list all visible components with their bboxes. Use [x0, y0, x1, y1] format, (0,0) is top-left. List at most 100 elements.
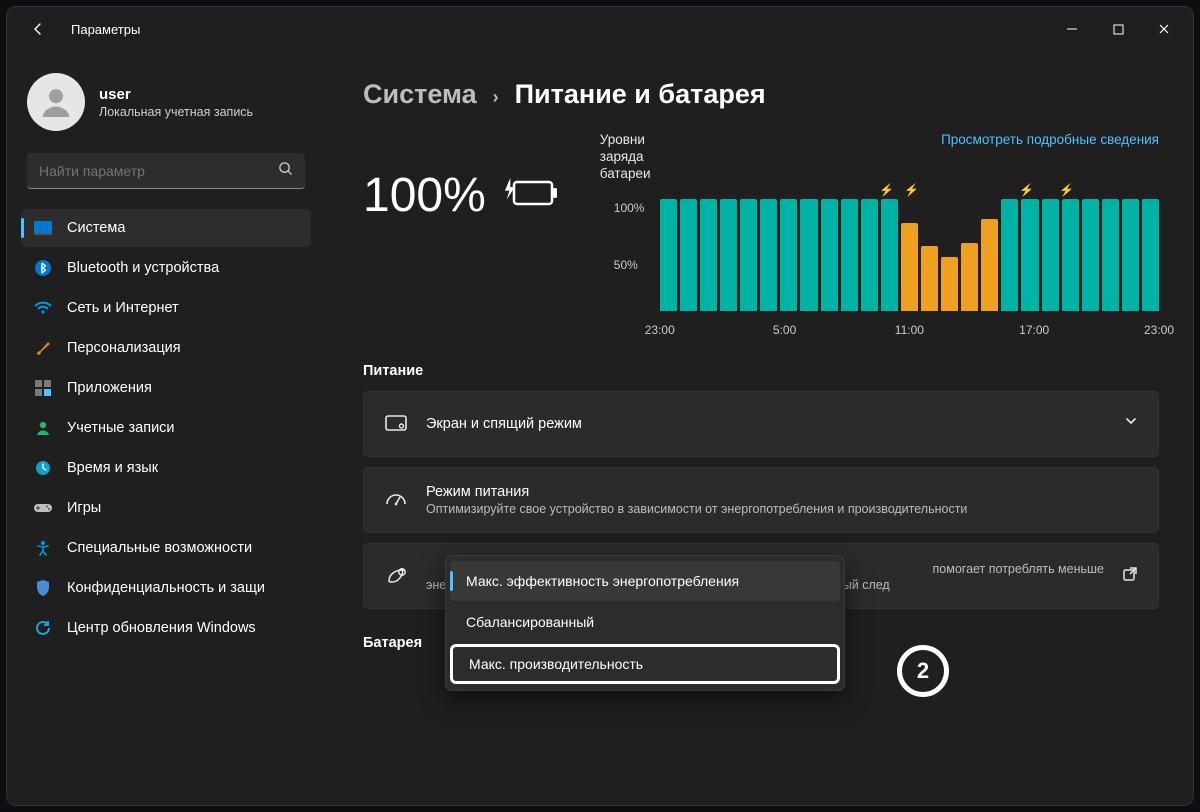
card-title: Режим питания [426, 484, 967, 500]
minimize-button[interactable] [1049, 13, 1095, 45]
gamepad-icon [33, 498, 53, 518]
chart-bar [1042, 199, 1059, 311]
chart-title: Уровни заряда батареи [600, 132, 676, 183]
sidebar-item-personalization[interactable]: Персонализация [21, 329, 311, 367]
sidebar-item-label: Приложения [67, 380, 152, 396]
x-tick: 11:00 [895, 323, 924, 337]
close-button[interactable] [1141, 13, 1187, 45]
accessibility-icon [33, 538, 53, 558]
sidebar-item-apps[interactable]: Приложения [21, 369, 311, 407]
sidebar-item-update[interactable]: Центр обновления Windows [21, 609, 311, 647]
chart-bar [760, 199, 777, 311]
chart-bar [660, 199, 677, 311]
y-label-100: 100% [614, 201, 645, 215]
person-icon [33, 418, 53, 438]
battery-status: 100% [363, 132, 560, 223]
profile-block[interactable]: user Локальная учетная запись [21, 65, 311, 149]
chart-bar [740, 199, 757, 311]
bolt-icon: ⚡ [904, 183, 919, 197]
battery-charging-icon [504, 176, 560, 215]
bolt-icon: ⚡ [1059, 183, 1074, 197]
card-title: Экран и спящий режим [426, 416, 582, 432]
sidebar-item-accessibility[interactable]: Специальные возможности [21, 529, 311, 567]
x-tick: 23:00 [645, 323, 675, 337]
dropdown-option[interactable]: Сбалансированный [450, 602, 840, 642]
battery-chart[interactable]: 100% 50% ⚡ ⚡ ⚡ ⚡ 23:00 5:00 11:00 [660, 187, 1159, 337]
chart-bar [1102, 199, 1119, 311]
sidebar-item-label: Персонализация [67, 340, 181, 356]
bolt-icon: ⚡ [1019, 183, 1034, 197]
sidebar-item-bluetooth[interactable]: Bluetooth и устройства [21, 249, 311, 287]
chart-bar [800, 199, 817, 311]
chart-bar [881, 199, 898, 311]
x-tick: 23:00 [1144, 323, 1174, 337]
clock-icon [33, 458, 53, 478]
avatar [27, 73, 85, 131]
breadcrumb: Система › Питание и батарея [363, 79, 1159, 110]
settings-window: Параметры user Локальная учетная запись [6, 6, 1194, 806]
sidebar-item-label: Система [67, 220, 125, 236]
chart-bar [961, 243, 978, 310]
apps-icon [33, 378, 53, 398]
power-mode-dropdown[interactable]: Макс. эффективность энергопотребления Сб… [445, 555, 845, 691]
card-subtitle: помогает потреблять меньше [846, 562, 1104, 576]
sidebar-item-label: Игры [67, 500, 101, 516]
nav-list: Система Bluetooth и устройства Сеть и Ин… [21, 209, 311, 647]
chevron-down-icon [1124, 414, 1138, 433]
leaf-icon [384, 567, 408, 585]
open-link-icon[interactable] [1122, 566, 1138, 586]
chart-bar [821, 199, 838, 311]
charging-markers: ⚡ ⚡ ⚡ ⚡ [660, 183, 1159, 197]
card-subtitle: Оптимизируйте свое устройство в зависимо… [426, 502, 967, 516]
maximize-button[interactable] [1095, 13, 1141, 45]
update-icon [33, 618, 53, 638]
annotation-label: 2 [917, 658, 929, 684]
window-title: Параметры [71, 22, 140, 37]
sidebar-item-privacy[interactable]: Конфиденциальность и защи [21, 569, 311, 607]
chart-bar [941, 257, 958, 311]
shield-icon [33, 578, 53, 598]
breadcrumb-parent[interactable]: Система [363, 79, 477, 110]
chart-bar [1082, 199, 1099, 311]
sidebar-item-label: Сеть и Интернет [67, 300, 179, 316]
battery-chart-block: Уровни заряда батареи Просмотреть подроб… [600, 132, 1159, 337]
chart-bar [1142, 199, 1159, 311]
sidebar-item-gaming[interactable]: Игры [21, 489, 311, 527]
titlebar: Параметры [7, 7, 1193, 51]
search-box[interactable] [27, 153, 305, 189]
section-power-title: Питание [363, 363, 1159, 379]
chart-bar [1062, 199, 1079, 311]
main-content: Система › Питание и батарея 100% [317, 51, 1193, 805]
power-mode-icon [384, 492, 408, 508]
chevron-right-icon: › [493, 87, 499, 108]
chart-bar [700, 199, 717, 311]
sidebar-item-label: Специальные возможности [67, 540, 252, 556]
chart-bar [680, 199, 697, 311]
sidebar-item-network[interactable]: Сеть и Интернет [21, 289, 311, 327]
sidebar-item-label: Конфиденциальность и защи [67, 580, 265, 596]
sidebar-item-accounts[interactable]: Учетные записи [21, 409, 311, 447]
search-input[interactable] [39, 163, 278, 179]
back-button[interactable] [23, 14, 53, 44]
x-tick: 17:00 [1019, 323, 1049, 337]
y-label-50: 50% [614, 258, 638, 272]
sidebar-item-time-language[interactable]: Время и язык [21, 449, 311, 487]
chart-bar [1021, 199, 1038, 311]
chart-bar [921, 246, 938, 311]
bluetooth-icon [33, 258, 53, 278]
chart-bar [1001, 199, 1018, 311]
card-screen-sleep[interactable]: Экран и спящий режим [363, 391, 1159, 457]
chart-bar [720, 199, 737, 311]
sidebar-item-label: Время и язык [67, 460, 158, 476]
chart-bar [841, 199, 858, 311]
dropdown-option[interactable]: Макс. производительность [450, 644, 840, 684]
page-title: Питание и батарея [515, 79, 766, 110]
card-power-mode[interactable]: Режим питания Оптимизируйте свое устройс… [363, 467, 1159, 533]
sidebar-item-label: Bluetooth и устройства [67, 260, 219, 276]
screen-icon [384, 415, 408, 433]
sidebar-item-system[interactable]: Система [21, 209, 311, 247]
x-tick: 5:00 [773, 323, 796, 337]
dropdown-option[interactable]: Макс. эффективность энергопотребления [450, 561, 840, 601]
annotation-badge: 2 [897, 645, 949, 697]
chart-details-link[interactable]: Просмотреть подробные сведения [941, 132, 1159, 147]
